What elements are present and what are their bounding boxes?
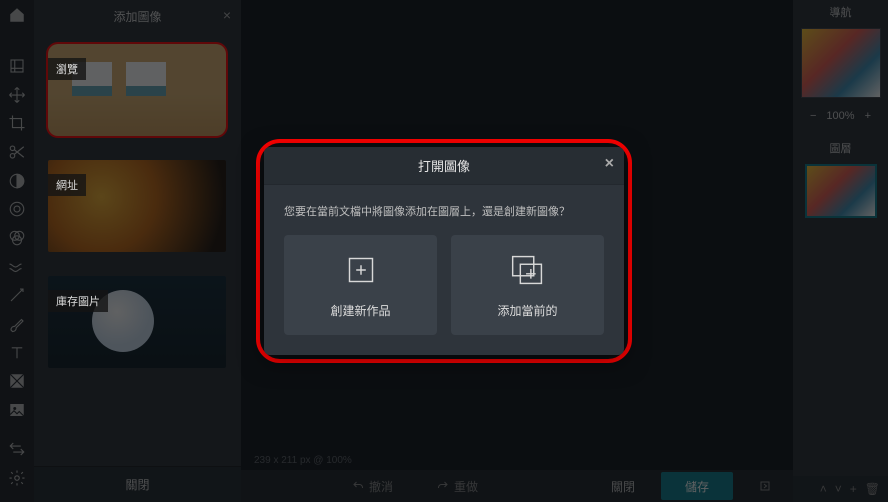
open-image-modal: 打開圖像 × 您要在當前文檔中將圖像添加在圖層上，還是創建新圖像？ 創建新作品: [264, 147, 624, 355]
add-current-label: 添加當前的: [497, 302, 557, 319]
create-new-label: 創建新作品: [330, 302, 390, 319]
modal-title: 打開圖像: [418, 156, 470, 175]
modal-close-button[interactable]: ×: [605, 155, 614, 173]
modal-question: 您要在當前文檔中將圖像添加在圖層上，還是創建新圖像？: [284, 203, 604, 219]
source-label: 庫存圖片: [48, 290, 108, 312]
add-layer-icon: [505, 252, 551, 288]
create-new-option[interactable]: 創建新作品: [284, 235, 437, 335]
modal-backdrop: 打開圖像 × 您要在當前文檔中將圖像添加在圖層上，還是創建新圖像？ 創建新作品: [0, 0, 888, 502]
source-label: 網址: [48, 174, 86, 196]
new-doc-icon: [338, 252, 384, 288]
modal-options: 創建新作品 添加當前的: [284, 235, 604, 335]
modal-header: 打開圖像 ×: [264, 147, 624, 185]
modal-body: 您要在當前文檔中將圖像添加在圖層上，還是創建新圖像？ 創建新作品 添加當前的: [264, 185, 624, 355]
source-label: 瀏覽: [48, 58, 86, 80]
add-current-option[interactable]: 添加當前的: [451, 235, 604, 335]
modal-highlight: 打開圖像 × 您要在當前文檔中將圖像添加在圖層上，還是創建新圖像？ 創建新作品: [256, 139, 632, 363]
